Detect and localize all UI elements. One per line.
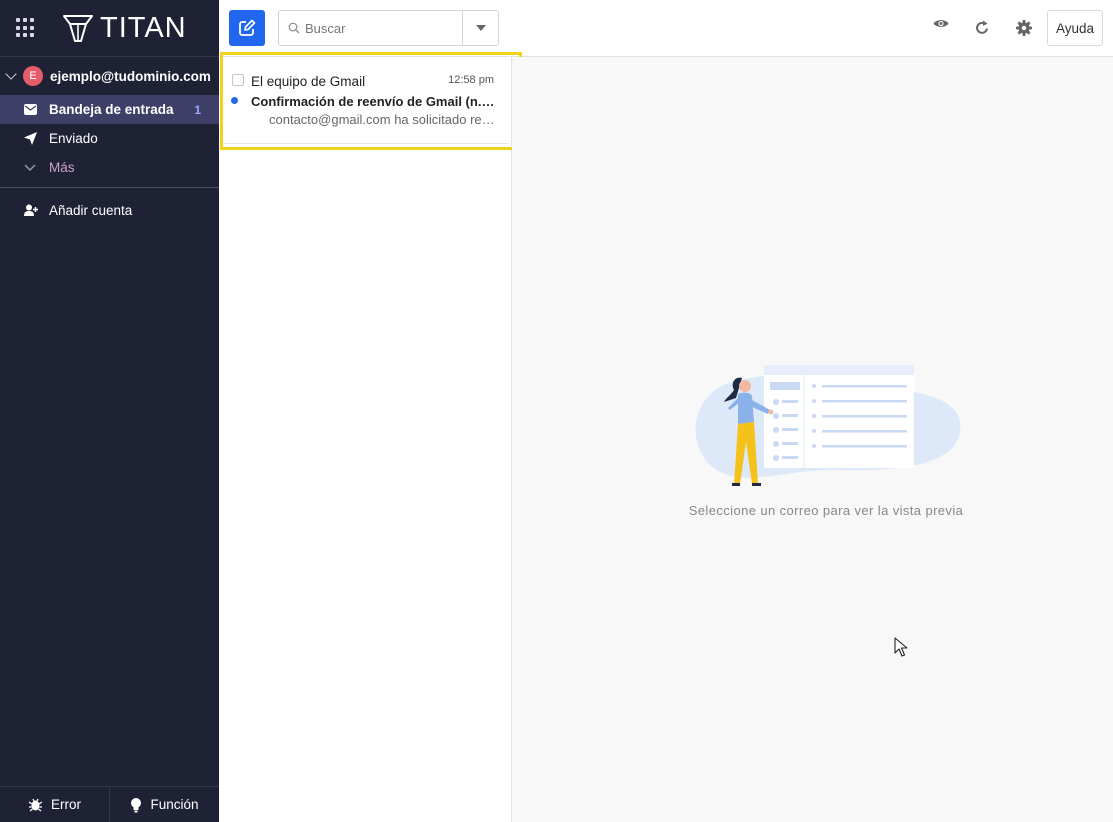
folder-more[interactable]: Más: [0, 153, 219, 182]
brand-bar: TITAN: [0, 0, 219, 57]
chevron-down-icon: [5, 68, 17, 80]
toolbar: Ayuda: [219, 0, 1113, 57]
bug-icon: [28, 797, 43, 812]
help-button[interactable]: Ayuda: [1046, 10, 1103, 46]
unread-dot-icon: [231, 97, 238, 104]
add-account-label: Añadir cuenta: [49, 202, 133, 218]
chevron-down-icon: [24, 164, 38, 172]
feature-request-button[interactable]: Función: [109, 787, 219, 822]
search-box: [278, 10, 499, 46]
eye-icon[interactable]: [933, 18, 949, 29]
avatar: E: [23, 66, 43, 86]
folder-sent-label: Enviado: [49, 131, 98, 146]
mouse-cursor-icon: [894, 637, 908, 657]
empty-inbox-illustration: [695, 365, 961, 486]
message-sender: El equipo de Gmail: [251, 74, 366, 89]
account-email: ejemplo@tudominio.com: [50, 68, 211, 84]
search-options-dropdown[interactable]: [462, 11, 498, 45]
caret-down-icon: [475, 25, 486, 31]
add-user-icon: [24, 204, 38, 217]
search-icon: [288, 22, 300, 34]
search-input[interactable]: [305, 20, 455, 36]
empty-state-message: Seleccione un correo para ver la vista p…: [688, 503, 964, 518]
paper-plane-icon: [24, 132, 38, 145]
sidebar-footer: Error Función: [0, 786, 219, 822]
refresh-icon[interactable]: [975, 20, 989, 35]
message-list: El equipo de Gmail 12:58 pm Confirmación…: [219, 52, 522, 822]
list-item[interactable]: El equipo de Gmail 12:58 pm Confirmación…: [220, 52, 522, 150]
preview-pane: Seleccione un correo para ver la vista p…: [512, 57, 1113, 822]
folder-inbox[interactable]: Bandeja de entrada 1: [0, 95, 219, 124]
envelope-icon: [24, 104, 38, 115]
settings-gear-icon[interactable]: [1016, 20, 1032, 36]
compose-icon: [239, 19, 256, 36]
feature-request-label: Función: [150, 797, 199, 812]
report-bug-button[interactable]: Error: [0, 787, 109, 822]
folder-sent[interactable]: Enviado: [0, 124, 219, 153]
folder-more-label: Más: [49, 160, 75, 175]
message-time: 12:58 pm: [448, 74, 494, 86]
brand-name: TITAN: [100, 11, 187, 44]
titan-logo: TITAN: [62, 12, 187, 45]
add-account-button[interactable]: Añadir cuenta: [0, 188, 219, 232]
message-preview: contacto@gmail.com ha solicitado ree...: [269, 112, 499, 127]
folder-inbox-label: Bandeja de entrada: [49, 102, 174, 117]
compose-button[interactable]: [229, 10, 265, 46]
report-bug-label: Error: [51, 797, 81, 812]
app-grid-icon[interactable]: [16, 18, 36, 38]
unread-count-badge: 1: [194, 102, 201, 117]
titan-logo-icon: [63, 15, 93, 42]
message-checkbox[interactable]: [232, 74, 244, 86]
lightbulb-icon: [130, 797, 142, 813]
sidebar: TITAN E ejemplo@tudominio.com Bandeja de…: [0, 0, 219, 822]
account-header[interactable]: E ejemplo@tudominio.com: [0, 57, 219, 95]
message-subject: Confirmación de reenvío de Gmail (n.º 92…: [251, 94, 499, 109]
